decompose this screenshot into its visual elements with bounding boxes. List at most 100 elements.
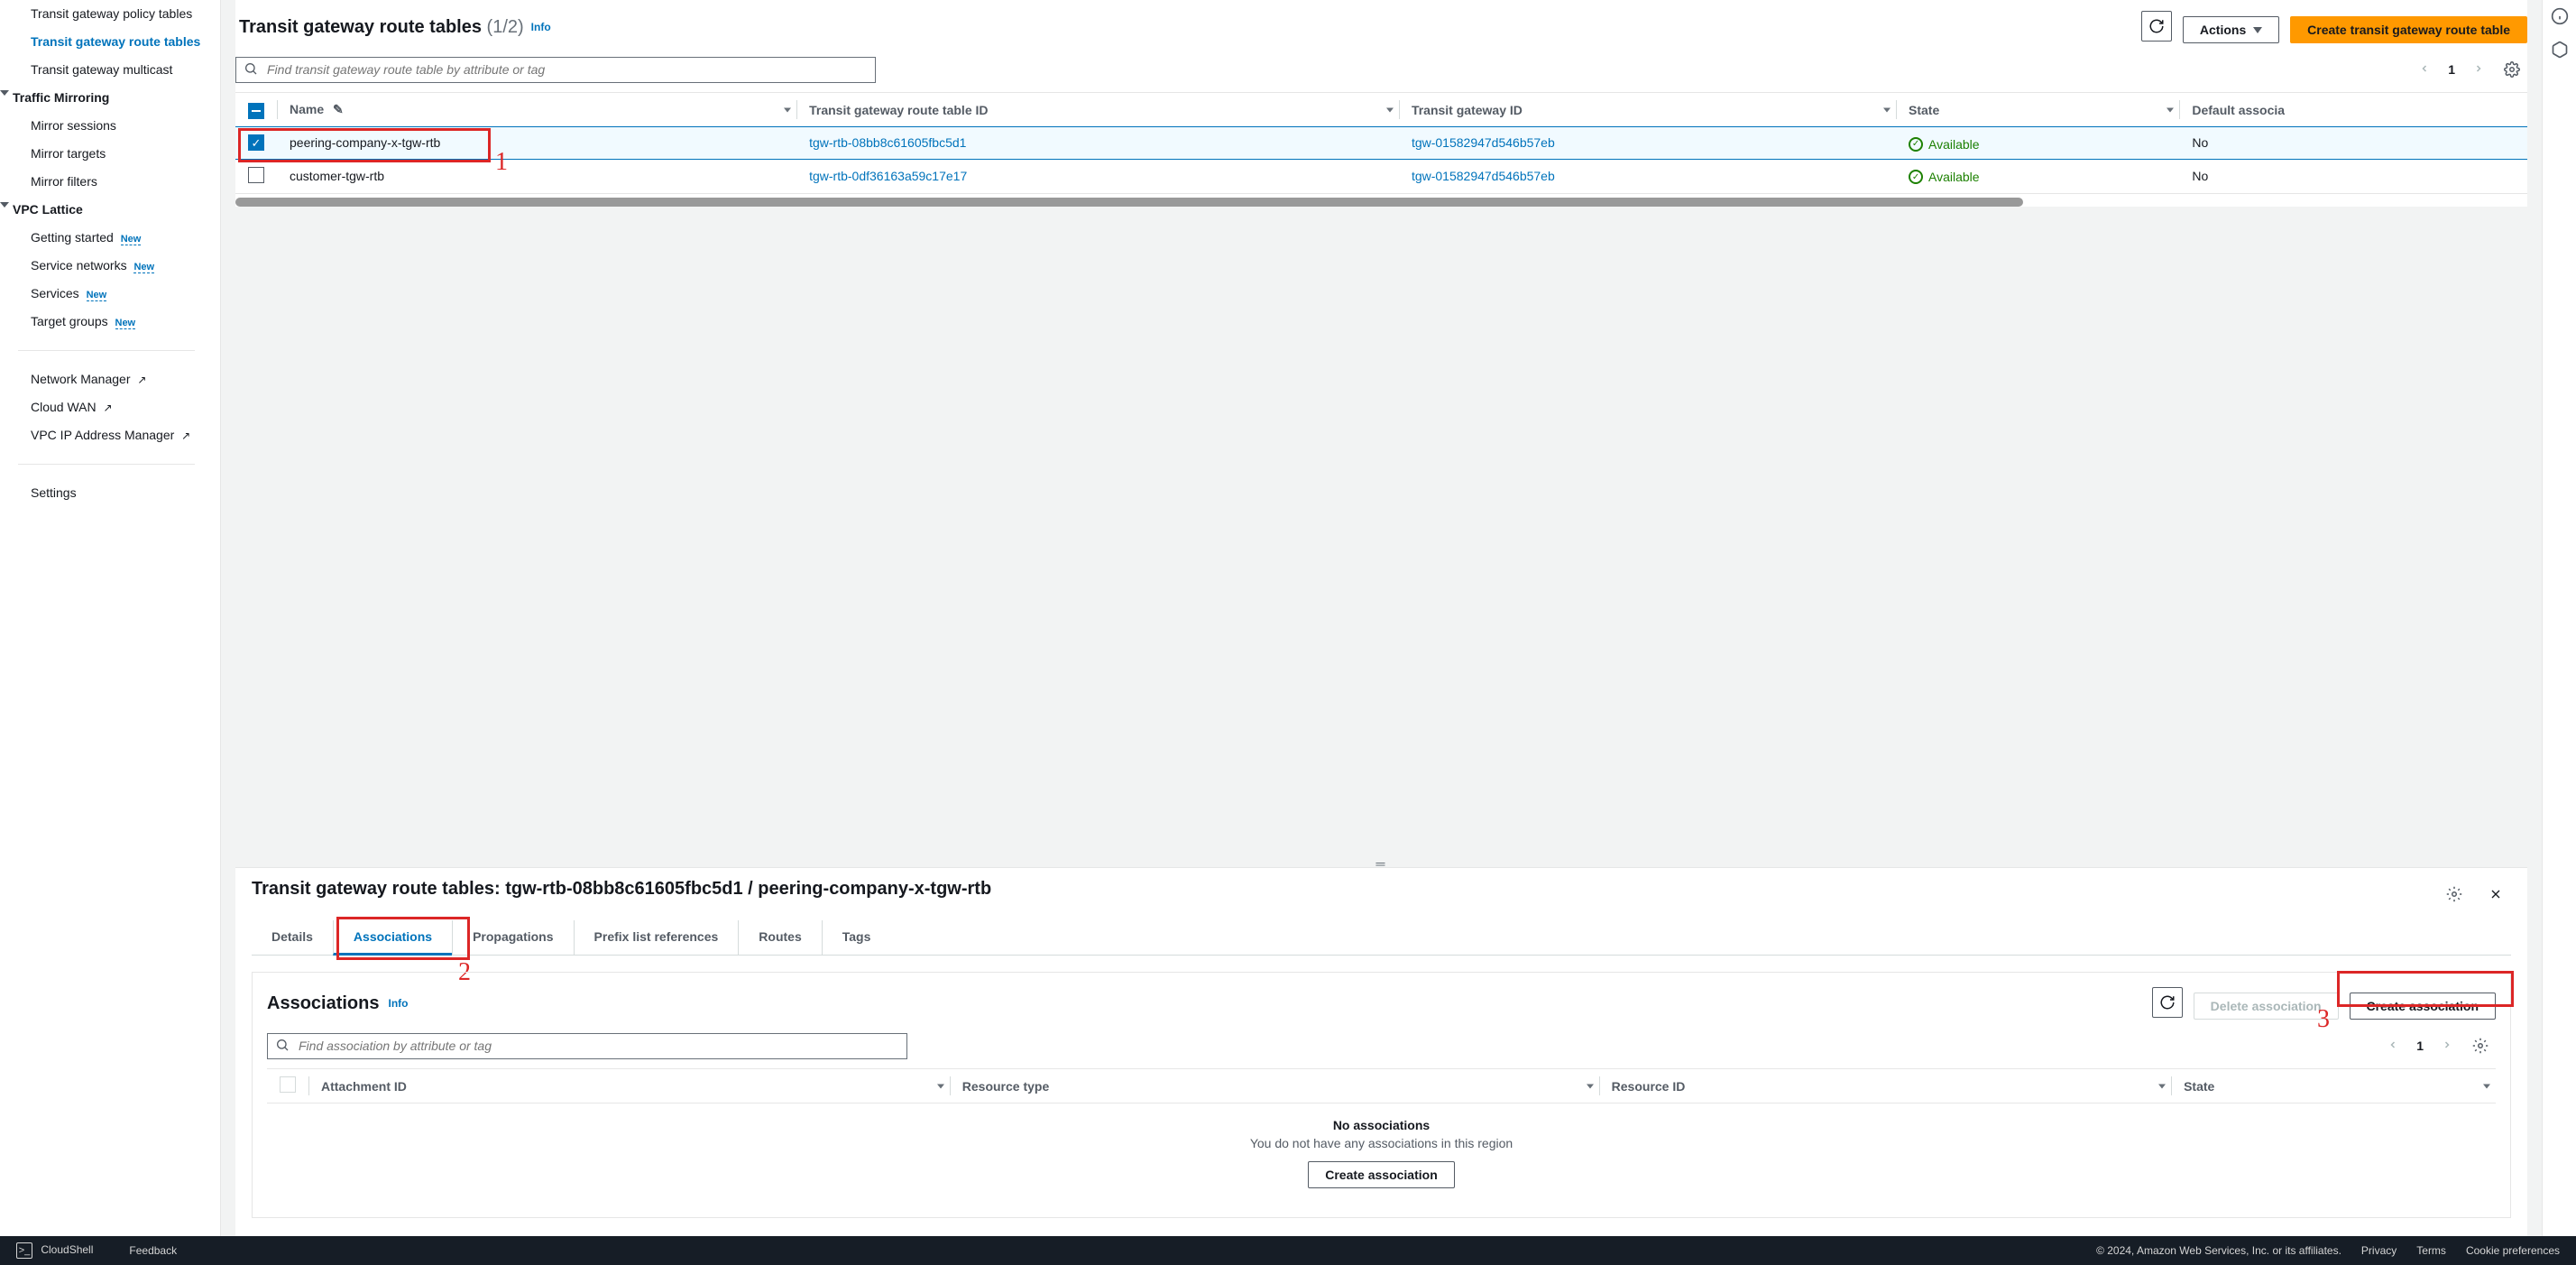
associations-section: Associations Info Delete association Cre… bbox=[252, 972, 2511, 1218]
prev-page-button[interactable] bbox=[2382, 1039, 2404, 1053]
sidebar-item-label: Services bbox=[31, 286, 79, 300]
create-route-table-button[interactable]: Create transit gateway route table bbox=[2290, 16, 2527, 43]
info-link[interactable]: Info bbox=[531, 21, 551, 33]
detail-title: Transit gateway route tables: tgw-rtb-08… bbox=[252, 879, 991, 900]
close-detail-button[interactable] bbox=[2480, 879, 2511, 910]
table-row[interactable]: peering-company-x-tgw-rtb tgw-rtb-08bb8c… bbox=[235, 127, 2527, 160]
sort-icon[interactable] bbox=[2167, 107, 2174, 112]
col-resource-id[interactable]: Resource ID bbox=[1612, 1079, 1686, 1094]
security-panel-toggle[interactable] bbox=[2551, 41, 2569, 61]
col-attachment-id[interactable]: Attachment ID bbox=[321, 1079, 407, 1094]
chevron-left-icon bbox=[2419, 63, 2430, 74]
tab-associations[interactable]: Associations bbox=[333, 920, 452, 956]
external-link-icon: ↗ bbox=[137, 374, 146, 386]
tab-tags[interactable]: Tags bbox=[822, 920, 891, 955]
settings-gear-button[interactable] bbox=[2497, 54, 2527, 85]
col-state[interactable]: State bbox=[1909, 103, 1939, 117]
tab-routes[interactable]: Routes bbox=[738, 920, 821, 955]
tab-details[interactable]: Details bbox=[252, 920, 333, 955]
sort-icon[interactable] bbox=[1386, 107, 1394, 112]
search-field[interactable] bbox=[235, 57, 876, 83]
next-page-button[interactable] bbox=[2436, 1039, 2458, 1053]
sort-icon[interactable] bbox=[2483, 1084, 2490, 1088]
detail-settings-button[interactable] bbox=[2439, 879, 2470, 910]
refresh-button[interactable] bbox=[2141, 11, 2172, 42]
associations-search-field[interactable] bbox=[267, 1033, 907, 1059]
sidebar-item-services[interactable]: Services New bbox=[0, 280, 213, 308]
feedback-link[interactable]: Feedback bbox=[129, 1244, 177, 1257]
info-link[interactable]: Info bbox=[388, 997, 408, 1010]
associations-search-input[interactable] bbox=[297, 1038, 899, 1054]
next-page-button[interactable] bbox=[2468, 62, 2489, 77]
footer-privacy-link[interactable]: Privacy bbox=[2361, 1244, 2397, 1257]
row-checkbox[interactable] bbox=[248, 167, 264, 183]
empty-subtitle: You do not have any associations in this… bbox=[267, 1136, 2496, 1150]
gear-icon bbox=[2504, 61, 2520, 78]
actions-button[interactable]: Actions bbox=[2183, 16, 2279, 43]
sidebar-item-mirror-targets[interactable]: Mirror targets bbox=[0, 140, 213, 168]
resize-handle[interactable]: ═ bbox=[235, 860, 2527, 867]
sidebar-item-tgw-multicast[interactable]: Transit gateway multicast bbox=[0, 56, 213, 84]
tgw-id-link[interactable]: tgw-01582947d546b57eb bbox=[1412, 169, 1555, 183]
info-panel-toggle[interactable] bbox=[2551, 7, 2569, 28]
col-rtb-id[interactable]: Transit gateway route table ID bbox=[809, 103, 988, 117]
tgw-id-link[interactable]: tgw-01582947d546b57eb bbox=[1412, 135, 1555, 150]
row-checkbox[interactable] bbox=[248, 134, 264, 151]
route-tables-table: Name ✎ Transit gateway route table ID Tr… bbox=[235, 92, 2527, 194]
sort-icon[interactable] bbox=[937, 1084, 944, 1088]
divider bbox=[18, 464, 195, 465]
select-all-checkbox[interactable] bbox=[248, 103, 264, 119]
sort-icon[interactable] bbox=[1587, 1084, 1594, 1088]
cell-name: peering-company-x-tgw-rtb bbox=[277, 127, 796, 160]
col-tgw-id[interactable]: Transit gateway ID bbox=[1412, 103, 1523, 117]
sidebar-item-service-networks[interactable]: Service networks New bbox=[0, 252, 213, 280]
sidebar-item-target-groups[interactable]: Target groups New bbox=[0, 308, 213, 336]
info-icon bbox=[2551, 7, 2569, 25]
col-name[interactable]: Name bbox=[290, 102, 324, 116]
sort-icon[interactable] bbox=[2158, 1084, 2166, 1088]
col-default-assoc[interactable]: Default associa bbox=[2192, 103, 2285, 117]
empty-create-association-button[interactable]: Create association bbox=[1308, 1161, 1455, 1188]
rtb-id-link[interactable]: tgw-rtb-08bb8c61605fbc5d1 bbox=[809, 135, 966, 150]
sort-icon[interactable] bbox=[784, 107, 791, 112]
sidebar-section-traffic-mirroring[interactable]: Traffic Mirroring bbox=[0, 84, 213, 112]
detail-tabs: Details Associations Propagations Prefix… bbox=[252, 920, 2511, 956]
prev-page-button[interactable] bbox=[2414, 62, 2435, 77]
settings-gear-button[interactable] bbox=[2465, 1030, 2496, 1061]
select-all-checkbox[interactable] bbox=[280, 1076, 296, 1093]
sidebar-item-tgw-policy-tables[interactable]: Transit gateway policy tables bbox=[0, 0, 213, 28]
sidebar-item-tgw-route-tables[interactable]: Transit gateway route tables bbox=[0, 28, 213, 56]
sidebar-item-settings[interactable]: Settings bbox=[0, 479, 213, 507]
search-input[interactable] bbox=[265, 61, 868, 78]
sidebar-item-label: Cloud WAN bbox=[31, 400, 97, 414]
footer-terms-link[interactable]: Terms bbox=[2416, 1244, 2446, 1257]
new-badge: New bbox=[133, 262, 154, 273]
sidebar-item-mirror-sessions[interactable]: Mirror sessions bbox=[0, 112, 213, 140]
sidebar-item-vpc-ipam[interactable]: VPC IP Address Manager ↗ bbox=[0, 421, 213, 449]
sidebar-item-cloud-wan[interactable]: Cloud WAN ↗ bbox=[0, 393, 213, 421]
external-link-icon: ↗ bbox=[181, 429, 190, 442]
page-number: 1 bbox=[2443, 62, 2461, 77]
empty-title: No associations bbox=[267, 1118, 2496, 1132]
sidebar-item-getting-started[interactable]: Getting started New bbox=[0, 224, 213, 252]
footer-cookie-link[interactable]: Cookie preferences bbox=[2466, 1244, 2560, 1257]
refresh-associations-button[interactable] bbox=[2152, 987, 2183, 1018]
refresh-icon bbox=[2148, 18, 2165, 34]
rtb-id-link[interactable]: tgw-rtb-0df36163a59c17e17 bbox=[809, 169, 967, 183]
sort-icon[interactable] bbox=[1883, 107, 1891, 112]
table-row[interactable]: customer-tgw-rtb tgw-rtb-0df36163a59c17e… bbox=[235, 159, 2527, 193]
panel-header: Transit gateway route tables (1/2) Info … bbox=[235, 0, 2527, 51]
col-resource-type[interactable]: Resource type bbox=[962, 1079, 1049, 1094]
sidebar-item-mirror-filters[interactable]: Mirror filters bbox=[0, 168, 213, 196]
tab-propagations[interactable]: Propagations bbox=[452, 920, 573, 955]
cloudshell-button[interactable]: >_ CloudShell bbox=[16, 1242, 93, 1259]
tab-prefix-list[interactable]: Prefix list references bbox=[574, 920, 739, 955]
col-state[interactable]: State bbox=[2184, 1079, 2214, 1094]
hexagon-icon bbox=[2551, 41, 2569, 59]
sidebar-item-network-manager[interactable]: Network Manager ↗ bbox=[0, 365, 213, 393]
page-number: 1 bbox=[2411, 1039, 2429, 1053]
horizontal-scrollbar[interactable] bbox=[235, 198, 2023, 207]
sidebar-section-vpc-lattice[interactable]: VPC Lattice bbox=[0, 196, 213, 224]
create-association-button[interactable]: Create association bbox=[2350, 993, 2497, 1020]
cell-default-assoc: No bbox=[2179, 159, 2527, 193]
